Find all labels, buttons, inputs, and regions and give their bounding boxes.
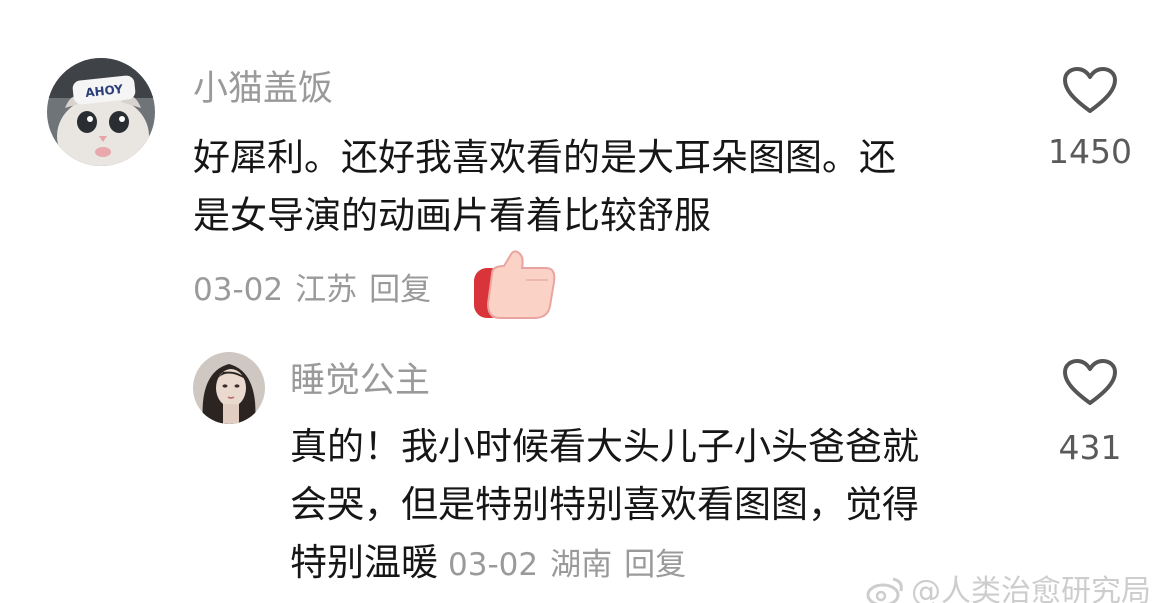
comment-line: 是女导演的动画片看着比较舒服 bbox=[193, 194, 711, 237]
reply-meta: 03-02 湖南 回复 bbox=[448, 547, 698, 583]
weibo-logo-icon bbox=[866, 577, 903, 603]
like-button[interactable] bbox=[1062, 66, 1118, 116]
comment-thread: AHOY 小猫盖饭 好犀利。还好我喜欢看的是大耳朵图图。还 是女导演的动画片看着… bbox=[0, 0, 1170, 603]
heart-outline-icon bbox=[1063, 67, 1117, 113]
reply-line: 特别温暖 bbox=[290, 541, 438, 584]
reply-location: 湖南 bbox=[550, 547, 613, 583]
avatar-girl[interactable] bbox=[193, 352, 265, 424]
heart-outline-icon bbox=[1063, 359, 1117, 405]
reply-line-with-meta: 特别温暖 03-02 湖南 回复 bbox=[290, 534, 919, 594]
comment-author-name[interactable]: 小猫盖饭 bbox=[193, 68, 333, 110]
cat-avatar-image: AHOY bbox=[47, 58, 155, 166]
like-button[interactable] bbox=[1062, 358, 1118, 408]
watermark: @人类治愈研究局 bbox=[865, 574, 1151, 603]
reply-date: 03-02 bbox=[448, 547, 539, 583]
like-count: 1450 bbox=[1048, 132, 1132, 171]
reply-body: 真的！我小时候看大头儿子小头爸爸就 会哭，但是特别特别喜欢看图图，觉得 特别温暖… bbox=[290, 418, 919, 594]
avatar-cat[interactable]: AHOY bbox=[47, 58, 155, 166]
comment-body: 好犀利。还好我喜欢看的是大耳朵图图。还 是女导演的动画片看着比较舒服 bbox=[193, 129, 896, 245]
watermark-text: @人类治愈研究局 bbox=[911, 574, 1151, 603]
comment-meta: 03-02 江苏 回复 bbox=[193, 270, 443, 310]
like-count: 431 bbox=[1058, 428, 1122, 467]
reply-line: 会哭，但是特别特别喜欢看图图，觉得 bbox=[290, 483, 919, 526]
comment-line: 好犀利。还好我喜欢看的是大耳朵图图。还 bbox=[193, 136, 896, 179]
reply-line: 真的！我小时候看大头儿子小头爸爸就 bbox=[290, 425, 919, 468]
reply-author-name[interactable]: 睡觉公主 bbox=[290, 360, 430, 402]
reply-button[interactable]: 回复 bbox=[624, 547, 686, 583]
comment-location: 江苏 bbox=[295, 272, 358, 308]
girl-avatar-image bbox=[193, 352, 265, 424]
comment-date: 03-02 bbox=[193, 272, 284, 308]
thumbs-up-icon bbox=[470, 248, 560, 322]
reply-button[interactable]: 回复 bbox=[369, 272, 431, 308]
